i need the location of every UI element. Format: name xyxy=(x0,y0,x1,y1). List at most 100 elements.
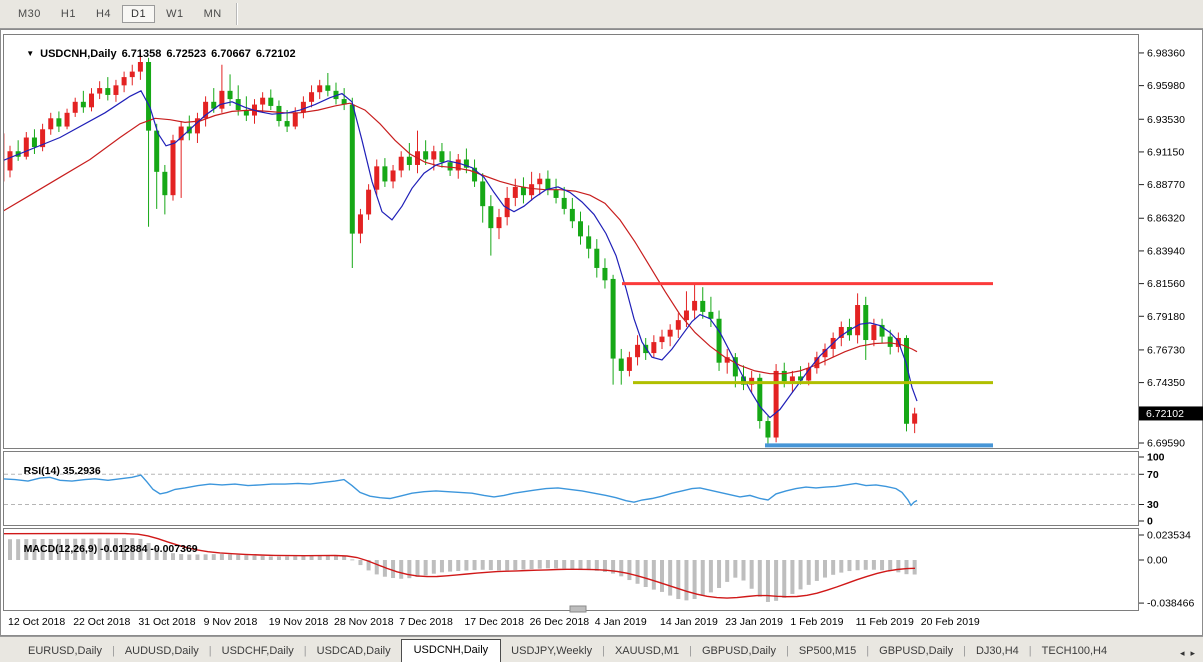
candle-body xyxy=(855,305,861,336)
macd-histogram-bar xyxy=(863,560,868,570)
macd-histogram-bar xyxy=(627,560,632,581)
candle-body xyxy=(56,118,62,127)
macd-histogram-bar xyxy=(399,560,404,579)
tab-usdjpy-weekly[interactable]: USDJPY,Weekly xyxy=(501,641,602,662)
timeframe-buttons-group: M30 H1 H4 D1 W1 MN xyxy=(8,5,232,23)
candle-body xyxy=(170,140,176,196)
candle-body xyxy=(732,357,738,377)
timeframe-button-h1[interactable]: H1 xyxy=(52,5,85,23)
rsi-axis-label: 0 xyxy=(1147,516,1153,528)
candle-body xyxy=(309,92,315,102)
price-axis-label: 6.83940 xyxy=(1147,245,1185,257)
macd-axis-label: -0.038466 xyxy=(1147,598,1194,610)
price-axis-label: 6.76730 xyxy=(1147,344,1185,356)
timeframe-button-mn[interactable]: MN xyxy=(195,5,231,23)
candle-body xyxy=(529,184,535,196)
candle-body xyxy=(406,156,412,165)
tab-scroll-left-icon[interactable]: ◂ xyxy=(1180,648,1185,659)
macd-histogram-bar xyxy=(276,556,281,560)
candle-body xyxy=(480,181,486,207)
price-axis-label: 6.88770 xyxy=(1147,179,1185,191)
price-axis-label: 6.95980 xyxy=(1147,80,1185,92)
tab-eurusd-daily[interactable]: EURUSD,Daily xyxy=(18,641,112,662)
candle-body xyxy=(496,217,502,229)
macd-histogram-bar xyxy=(798,560,803,590)
date-axis-label: 26 Dec 2018 xyxy=(530,616,590,628)
candle-body xyxy=(675,320,681,330)
tab-scroll-right-icon[interactable]: ▸ xyxy=(1190,648,1195,659)
candle-body xyxy=(569,208,575,222)
date-axis-label: 17 Dec 2018 xyxy=(464,616,524,628)
macd-histogram-bar xyxy=(831,560,836,575)
tab-usdcad-daily[interactable]: USDCAD,Daily xyxy=(307,641,401,662)
rsi-title: RSI(14) 35.2936 xyxy=(12,453,101,489)
candle-body xyxy=(357,214,363,234)
ohlc-high: 6.72523 xyxy=(166,48,207,60)
macd-histogram-bar xyxy=(912,560,917,575)
rsi-axis-label: 70 xyxy=(1147,469,1159,481)
macd-histogram-bar xyxy=(423,560,428,576)
macd-histogram-bar xyxy=(643,560,648,588)
macd-histogram-bar xyxy=(521,560,526,570)
macd-histogram-bar xyxy=(717,560,722,588)
ohlc-low: 6.70667 xyxy=(211,48,251,60)
timeframe-button-d1[interactable]: D1 xyxy=(122,5,156,23)
tab-dj30-h4[interactable]: DJ30,H4 xyxy=(966,641,1029,662)
tab-audusd-daily[interactable]: AUDUSD,Daily xyxy=(115,641,209,662)
macd-histogram-bar xyxy=(660,560,664,592)
macd-histogram-bar xyxy=(733,560,738,578)
macd-histogram-bar xyxy=(285,556,290,560)
tab-tech100-h4[interactable]: TECH100,H4 xyxy=(1032,641,1117,662)
macd-histogram-bar xyxy=(488,560,493,571)
candle-body xyxy=(284,121,290,127)
tab-gbpusd-daily[interactable]: GBPUSD,Daily xyxy=(869,641,963,662)
candle-body xyxy=(260,97,266,105)
candle-body xyxy=(268,97,274,106)
tab-gbpusd-daily[interactable]: GBPUSD,Daily xyxy=(692,641,786,662)
symbol-dropdown-icon[interactable]: ▼ xyxy=(26,49,34,58)
candle-body xyxy=(105,88,111,95)
date-axis-label: 22 Oct 2018 xyxy=(73,616,130,628)
candle-body xyxy=(912,413,918,424)
candle-body xyxy=(227,90,233,100)
macd-signal-value: -0.007369 xyxy=(150,543,198,555)
macd-histogram-bar xyxy=(415,560,420,577)
tab-xauusd-m1[interactable]: XAUUSD,M1 xyxy=(605,641,689,662)
timeframe-button-m30[interactable]: M30 xyxy=(9,5,50,23)
macd-histogram-bar xyxy=(236,554,241,560)
macd-axis-label: 0.023534 xyxy=(1147,530,1191,542)
macd-histogram-bar xyxy=(244,555,249,560)
tab-usdcnh-daily[interactable]: USDCNH,Daily xyxy=(400,639,502,662)
macd-histogram-bar xyxy=(252,555,257,560)
price-axis-label: 6.69590 xyxy=(1147,438,1185,450)
macd-histogram-bar xyxy=(676,560,681,600)
tab-sp500-m15[interactable]: SP500,M15 xyxy=(789,641,866,662)
macd-histogram-bar xyxy=(790,560,795,594)
candle-body xyxy=(667,329,673,337)
candle-body xyxy=(317,85,323,93)
candle-body xyxy=(31,137,37,148)
macd-histogram-bar xyxy=(497,560,501,571)
candle-body xyxy=(349,104,355,234)
date-axis-label: 20 Feb 2019 xyxy=(921,616,980,628)
date-axis-label: 4 Jan 2019 xyxy=(595,616,647,628)
timeframe-button-h4[interactable]: H4 xyxy=(87,5,120,23)
macd-histogram-bar xyxy=(888,560,893,572)
panel-splitter-handle[interactable] xyxy=(569,605,587,613)
candle-body xyxy=(610,278,616,359)
candle-body xyxy=(390,170,396,182)
timeframe-button-w1[interactable]: W1 xyxy=(157,5,193,23)
macd-histogram-bar xyxy=(211,554,216,560)
candle-body xyxy=(366,189,372,215)
candle-body xyxy=(439,151,445,163)
candle-body xyxy=(398,156,404,171)
macd-histogram-bar xyxy=(228,554,233,560)
candle-body xyxy=(626,357,632,371)
macd-histogram-bar xyxy=(741,560,746,581)
macd-histogram-bar xyxy=(439,560,444,573)
candle-body xyxy=(447,162,453,171)
date-axis-label: 12 Oct 2018 xyxy=(8,616,65,628)
macd-histogram-bar xyxy=(260,555,265,560)
tab-usdchf-daily[interactable]: USDCHF,Daily xyxy=(212,641,304,662)
macd-title: MACD(12,26,9) -0.012884 -0.007369 xyxy=(12,531,198,567)
